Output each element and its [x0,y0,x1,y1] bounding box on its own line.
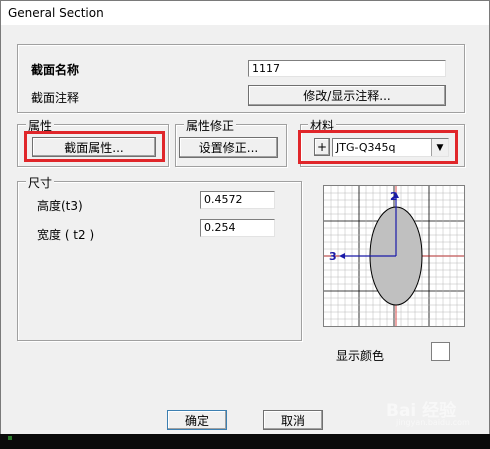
width-input[interactable]: 0.254 [200,219,275,237]
material-selected-value: JTG-Q345q [336,141,396,154]
section-name-input[interactable]: 1117 [248,60,446,77]
height-label: 高度(t3) [37,199,83,213]
modifier-group-label: 属性修正 [184,117,237,134]
set-modifier-button[interactable]: 设置修正... [179,137,278,158]
taskbar-strip [0,434,490,449]
section-preview: 2 3 [323,185,465,327]
dimensions-group-label: 尺寸 [26,174,55,191]
status-dot [8,436,12,440]
width-label: 宽度 ( t2 ) [37,228,95,242]
cancel-button[interactable]: 取消 [263,410,323,430]
edit-note-button[interactable]: 修改/显示注释... [248,85,446,106]
title-bar[interactable]: General Section [1,1,489,25]
show-color-checkbox[interactable] [431,342,450,361]
ok-button[interactable]: 确定 [167,410,227,430]
axis-2-label: 2 [390,190,398,203]
section-preview-canvas: 2 3 [324,186,464,326]
axis-3-label: 3 [329,250,337,263]
section-name-label: 截面名称 [31,63,80,77]
window-title: General Section [8,6,104,20]
axis-3-arrowhead [339,253,345,259]
chevron-down-icon[interactable]: ▼ [431,139,448,156]
baidu-watermark-url: jingyan.baidu.com [396,418,470,427]
section-property-button[interactable]: 截面属性... [32,137,156,157]
add-material-button[interactable]: + [314,138,330,156]
show-color-label: 显示颜色 [336,349,385,363]
height-input[interactable]: 0.4572 [200,191,275,209]
section-note-label: 截面注释 [31,91,80,105]
